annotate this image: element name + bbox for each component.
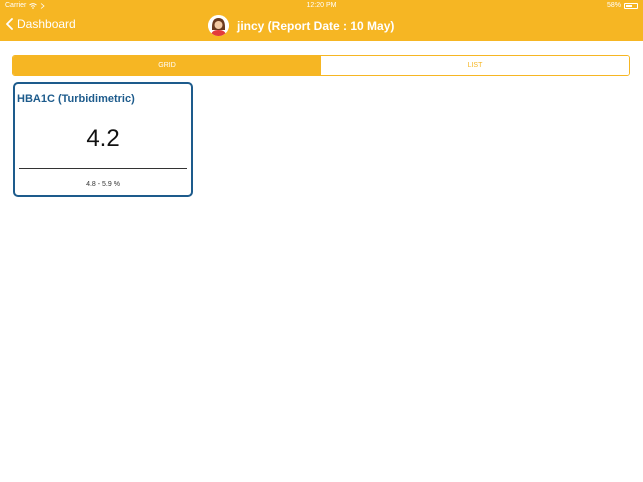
tab-list[interactable]: LIST — [321, 56, 629, 75]
test-result-card[interactable]: HBA1C (Turbidimetric) 4.2 4.8 - 5.9 % — [13, 82, 193, 197]
divider — [19, 168, 187, 169]
battery-percent: 58% — [606, 2, 621, 9]
back-button[interactable]: Dashboard — [6, 17, 76, 31]
back-label: Dashboard — [17, 17, 76, 31]
test-name: HBA1C (Turbidimetric) — [17, 93, 135, 105]
tab-grid[interactable]: GRID — [13, 56, 321, 75]
test-value: 4.2 — [86, 125, 120, 152]
nav-title-group: jincy (Report Date : 10 May) — [208, 15, 394, 36]
nav-bar: Carrier 12:20 PM 58% Dashboard jincy (Re… — [0, 0, 643, 41]
reference-range: 4.8 - 5.9 % — [86, 181, 120, 188]
battery-fill — [626, 4, 632, 7]
chevron-left-icon — [6, 18, 13, 30]
page-title: jincy (Report Date : 10 May) — [237, 18, 395, 33]
status-battery: 58% — [607, 2, 638, 9]
user-avatar-icon — [208, 15, 229, 36]
battery-icon — [624, 2, 638, 9]
status-time: 12:20 PM — [306, 2, 337, 9]
avatar — [208, 15, 229, 36]
view-segmented-control: GRID LIST — [12, 55, 630, 76]
